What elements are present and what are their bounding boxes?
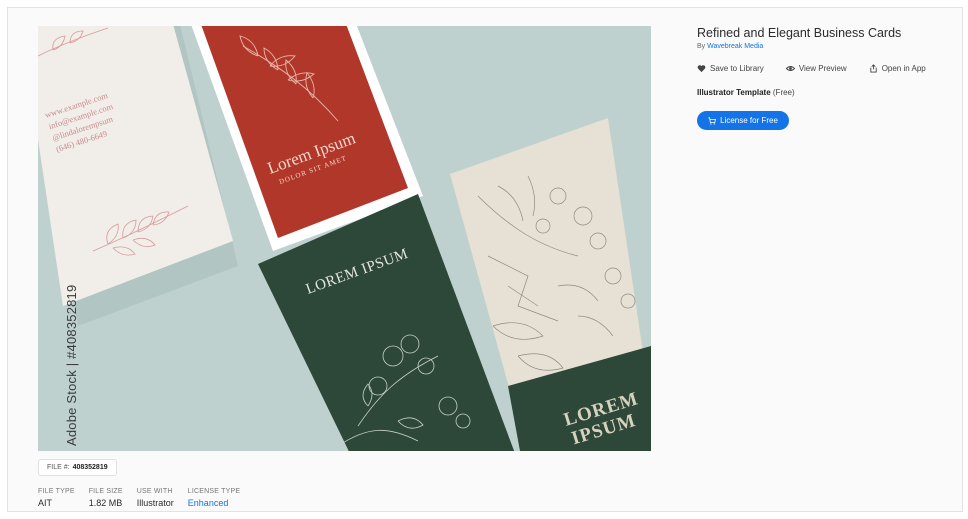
asset-title: Refined and Elegant Business Cards xyxy=(697,26,902,40)
meta-label: FILE SIZE xyxy=(88,488,123,495)
file-number-chip: FILE #: 408352819 xyxy=(38,459,117,476)
preview-image[interactable]: www.example.com info@example.com @lindal… xyxy=(38,26,651,451)
template-type: Illustrator Template (Free) xyxy=(697,88,957,97)
file-number-value: 408352819 xyxy=(72,464,108,471)
heart-icon xyxy=(697,65,706,73)
file-number-label: FILE #: xyxy=(47,464,70,471)
asset-details-panel: Refined and Elegant Business Cards By Wa… xyxy=(697,26,957,130)
meta-file-size: FILE SIZE 1.82 MB xyxy=(89,488,123,508)
author-byline: By Wavebreak Media xyxy=(697,43,957,50)
meta-file-type: FILE TYPE AIT xyxy=(38,488,75,508)
meta-label: LICENSE TYPE xyxy=(187,488,241,495)
cart-icon xyxy=(708,116,717,125)
license-for-free-button[interactable]: License for Free xyxy=(697,111,789,130)
file-metadata: FILE TYPE AIT FILE SIZE 1.82 MB USE WITH… xyxy=(38,488,254,508)
by-prefix: By xyxy=(697,43,706,50)
adobe-stock-watermark: Adobe Stock | #408352819 xyxy=(64,284,79,446)
save-to-library-button[interactable]: Save to Library xyxy=(697,64,764,73)
open-in-app-button[interactable]: Open in App xyxy=(869,64,926,73)
open-in-app-label: Open in App xyxy=(881,64,926,73)
meta-value: Illustrator xyxy=(136,498,174,508)
meta-value: 1.82 MB xyxy=(88,498,123,508)
meta-use-with: USE WITH Illustrator xyxy=(137,488,174,508)
view-preview-label: View Preview xyxy=(798,64,847,73)
eye-icon xyxy=(785,66,795,71)
template-price: (Free) xyxy=(772,88,795,97)
meta-label: FILE TYPE xyxy=(38,488,75,495)
meta-label: USE WITH xyxy=(136,488,173,495)
action-bar: Save to Library View Preview Open in App xyxy=(697,64,957,73)
author-link[interactable]: Wavebreak Media xyxy=(707,43,763,50)
view-preview-button[interactable]: View Preview xyxy=(785,64,847,73)
meta-license-type: LICENSE TYPE Enhanced xyxy=(188,488,240,508)
preview-artwork: www.example.com info@example.com @lindal… xyxy=(38,26,651,451)
meta-value: AIT xyxy=(38,498,53,508)
open-in-app-icon xyxy=(870,64,877,73)
template-type-name: Illustrator Template xyxy=(697,88,771,97)
license-type-link[interactable]: Enhanced xyxy=(188,498,240,508)
license-for-free-label: License for Free xyxy=(720,116,778,125)
asset-preview-panel: www.example.com info@example.com @lindal… xyxy=(17,17,660,512)
save-to-library-label: Save to Library xyxy=(710,64,764,73)
